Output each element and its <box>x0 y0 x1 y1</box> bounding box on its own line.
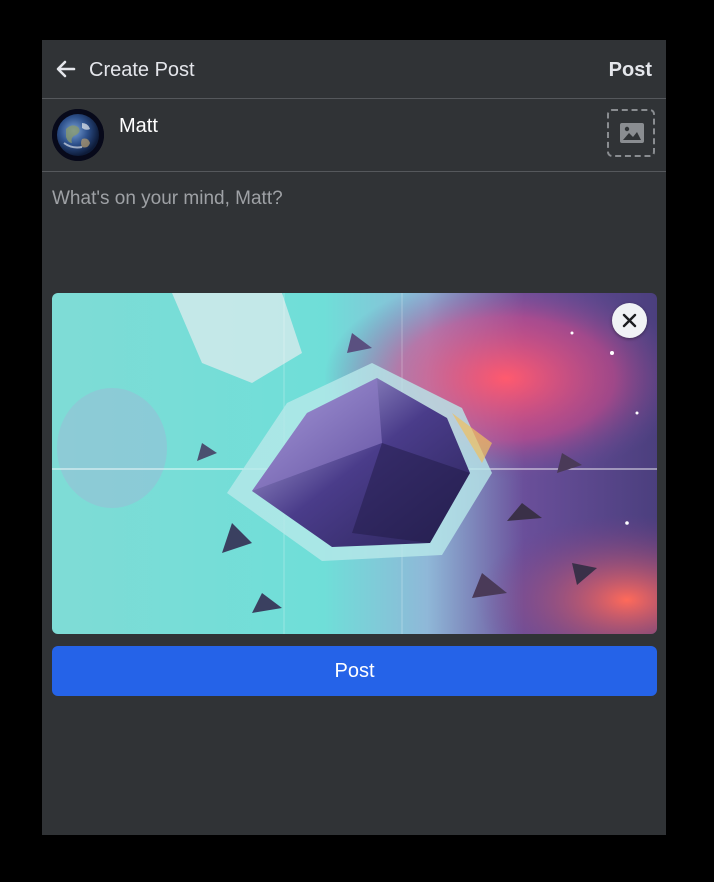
back-button[interactable] <box>54 57 78 81</box>
header: Create Post Post <box>42 40 666 99</box>
abstract-crystal-artwork <box>52 293 657 634</box>
username: Matt <box>119 115 158 137</box>
avatar <box>52 109 104 161</box>
add-photo-button[interactable] <box>607 109 655 157</box>
attached-image <box>52 293 657 634</box>
close-icon <box>622 313 637 328</box>
remove-image-button[interactable] <box>612 303 647 338</box>
image-icon <box>620 123 644 143</box>
arrow-left-icon <box>56 60 76 78</box>
post-button[interactable]: Post <box>52 646 657 696</box>
user-row: Matt <box>42 99 666 172</box>
create-post-panel: Create Post Post Matt What's on your min… <box>42 40 666 835</box>
earth-icon <box>52 109 104 161</box>
post-text-input[interactable]: What's on your mind, Matt? <box>52 188 652 278</box>
page-title: Create Post <box>89 59 195 81</box>
header-post-button[interactable]: Post <box>609 59 652 82</box>
